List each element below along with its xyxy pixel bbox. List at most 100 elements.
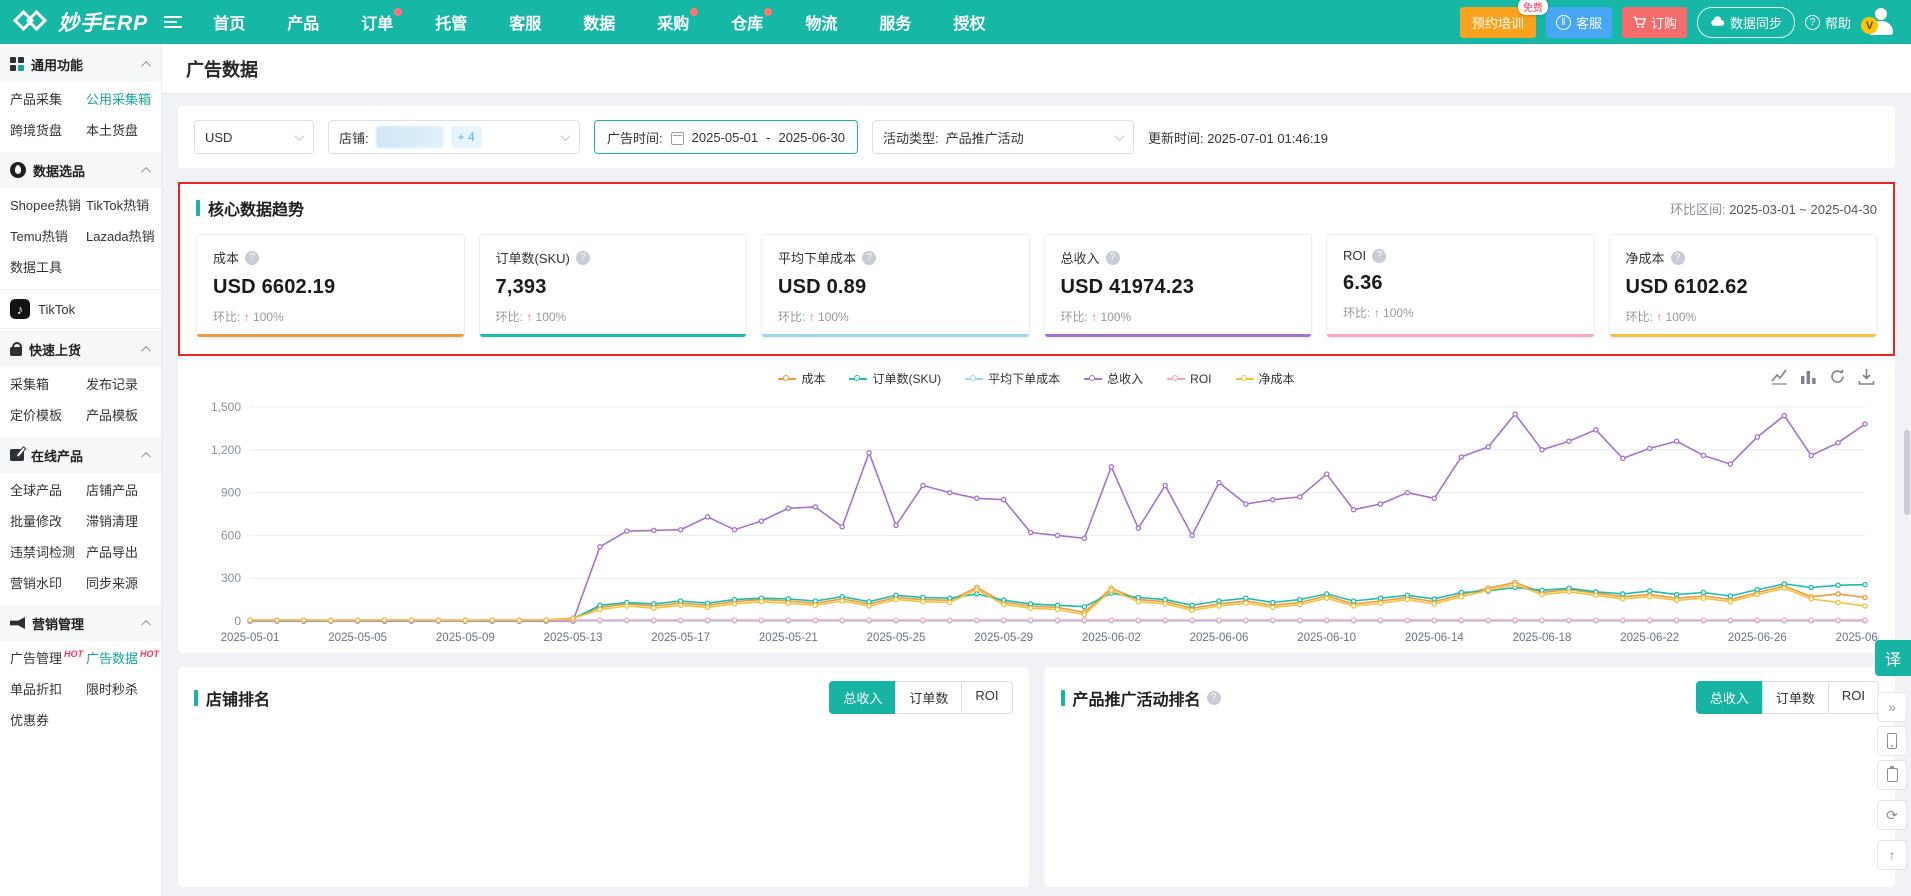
tab-roi[interactable]: ROI (961, 681, 1012, 714)
sidebar-item-crossborder-pool[interactable]: 跨境货盘 (10, 115, 86, 146)
sidebar-item-ad-management[interactable]: 广告管理HOT (10, 643, 86, 674)
nav-item-authorization[interactable]: 授权 (932, 0, 1006, 44)
help-menu[interactable]: ? 帮助 (1805, 13, 1851, 32)
sidebar-section-data-picking[interactable]: 数据选品 (0, 152, 161, 188)
sidebar-item-data-tools[interactable]: 数据工具 (10, 252, 86, 283)
menu-toggle-icon[interactable] (164, 16, 182, 28)
nav-item-products[interactable]: 产品 (266, 0, 340, 44)
bar-chart-icon[interactable] (1800, 368, 1817, 385)
data-sync-button[interactable]: 数据同步 (1697, 7, 1795, 38)
question-icon[interactable]: ? (1106, 251, 1120, 265)
sidebar-item-product-template[interactable]: 产品模板 (86, 400, 157, 431)
book-training-button[interactable]: 预约培训 免费 (1460, 7, 1536, 38)
sidebar-item-local-pool[interactable]: 本土货盘 (86, 115, 157, 146)
kpi-card-net-cost: 净成本? USD 6102.62 环比: ↑ 100% (1609, 234, 1878, 338)
nav-item-home[interactable]: 首页 (192, 0, 266, 44)
date-start[interactable]: 2025-05-01 (692, 130, 759, 145)
sidebar-section-tiktok[interactable]: ♪ TikTok (0, 289, 161, 329)
sidebar-item-global-products[interactable]: 全球产品 (10, 475, 86, 506)
line-chart-icon[interactable] (1771, 368, 1788, 385)
sidebar-item-sync-source[interactable]: 同步来源 (86, 568, 157, 599)
sidebar-item-ad-data[interactable]: 广告数据HOT (86, 643, 157, 674)
nav-item-warehouse[interactable]: 仓库 (710, 0, 784, 44)
ad-date-range-picker[interactable]: 广告时间: 2025-05-01 - 2025-06-30 (594, 120, 858, 154)
tab-orders[interactable]: 订单数 (895, 681, 962, 714)
sidebar-item-shop-products[interactable]: 店铺产品 (86, 475, 157, 506)
question-icon[interactable]: ? (1207, 691, 1221, 705)
sidebar-item-product-export[interactable]: 产品导出 (86, 537, 157, 568)
question-icon[interactable]: ? (862, 251, 876, 265)
nav-item-service[interactable]: 客服 (488, 0, 562, 44)
currency-select[interactable]: USD (194, 120, 314, 154)
sidebar-item-banned-word-check[interactable]: 违禁词检测 (10, 537, 86, 568)
sidebar-item-slow-moving-cleanup[interactable]: 滞销清理 (86, 506, 157, 537)
sidebar-section-marketing[interactable]: 营销管理 (0, 605, 161, 641)
sidebar-item-public-collect-box[interactable]: 公用采集箱 (86, 84, 157, 115)
nav-item-logistics[interactable]: 物流 (784, 0, 858, 44)
sidebar-section-general[interactable]: 通用功能 (0, 46, 161, 82)
nav-item-hosting[interactable]: 托管 (414, 0, 488, 44)
tab-revenue[interactable]: 总收入 (829, 681, 896, 714)
date-end[interactable]: 2025-06-30 (778, 130, 845, 145)
refresh-icon[interactable] (1829, 368, 1846, 385)
legend-item[interactable]: 成本 (778, 370, 825, 387)
shop-name-redacted (376, 126, 444, 148)
sidebar-item-publish-records[interactable]: 发布记录 (86, 369, 157, 400)
brand-logo[interactable]: 妙手ERP (0, 7, 162, 37)
subscribe-button[interactable]: 订购 (1622, 7, 1687, 38)
user-avatar[interactable]: V (1861, 7, 1897, 37)
legend-item[interactable]: 订单数(SKU) (849, 370, 941, 387)
question-icon[interactable]: ? (576, 251, 590, 265)
svg-text:2025-05-09: 2025-05-09 (436, 632, 495, 644)
sidebar-item-lazada-hot[interactable]: Lazada热销 (86, 221, 157, 252)
sidebar-item-batch-edit[interactable]: 批量修改 (10, 506, 86, 537)
trend-chart-section: 成本 订单数(SKU) 平均下单成本 总收入 ROI 净成本 03006009001,20… (178, 356, 1895, 649)
kpi-accent-bar (1610, 334, 1877, 337)
download-icon[interactable] (1858, 368, 1875, 385)
kpi-value: USD 41974.23 (1061, 276, 1296, 299)
sidebar-item-shopee-hot[interactable]: Shopee热销 (10, 190, 86, 221)
sidebar-section-online-products[interactable]: 在线产品 (0, 437, 161, 473)
question-icon[interactable]: ? (245, 251, 259, 265)
sidebar-item-marketing-watermark[interactable]: 营销水印 (10, 568, 86, 599)
translate-button[interactable]: 译 (1875, 640, 1911, 676)
back-to-top-button[interactable]: ↑ (1877, 840, 1907, 870)
sidebar-item-item-discount[interactable]: 单品折扣 (10, 674, 86, 705)
tab-orders[interactable]: 订单数 (1762, 681, 1829, 714)
nav-item-services[interactable]: 服务 (858, 0, 932, 44)
question-icon[interactable]: ? (1372, 249, 1386, 263)
kpi-card-avg-order-cost: 平均下单成本? USD 0.89 环比: ↑ 100% (761, 234, 1030, 338)
legend-marker (778, 378, 796, 380)
sidebar-item-pricing-template[interactable]: 定价模板 (10, 400, 86, 431)
legend-item[interactable]: 净成本 (1236, 370, 1295, 387)
collapse-panel-button[interactable]: » (1877, 692, 1907, 722)
sidebar-item-tiktok-hot[interactable]: TikTok热销 (86, 190, 157, 221)
svg-text:2025-05-25: 2025-05-25 (867, 632, 926, 644)
mobile-app-button[interactable] (1877, 726, 1907, 756)
nav-item-data[interactable]: 数据 (562, 0, 636, 44)
feedback-button[interactable] (1877, 760, 1907, 790)
up-arrow-icon: ↑ (244, 310, 250, 324)
sidebar-item-flash-sale[interactable]: 限时秒杀 (86, 674, 157, 705)
legend-item[interactable]: 平均下单成本 (965, 370, 1060, 387)
sidebar-item-coupons[interactable]: 优惠券 (10, 705, 86, 736)
question-icon[interactable]: ? (1671, 251, 1685, 265)
sidebar-item-product-collect[interactable]: 产品采集 (10, 84, 86, 115)
tab-roi[interactable]: ROI (1828, 681, 1879, 714)
scrollbar-thumb[interactable] (1904, 430, 1910, 515)
nav-item-purchase[interactable]: 采购 (636, 0, 710, 44)
tab-revenue[interactable]: 总收入 (1696, 681, 1763, 714)
legend-item[interactable]: 总收入 (1084, 370, 1143, 387)
trend-chart[interactable]: 03006009001,2001,5002025-05-012025-05-05… (194, 395, 1879, 647)
shop-select[interactable]: 店铺: + 4 (328, 120, 580, 154)
nav-item-orders[interactable]: 订单 (340, 0, 414, 44)
vip-badge: V (1861, 17, 1878, 34)
legend-item[interactable]: ROI (1167, 372, 1211, 386)
sidebar-item-collect-box[interactable]: 采集箱 (10, 369, 86, 400)
refresh-page-button[interactable]: ⟳ (1877, 800, 1907, 830)
sidebar-section-quick-listing[interactable]: 快速上货 (0, 331, 161, 367)
svg-text:2025-06-26: 2025-06-26 (1728, 632, 1787, 644)
customer-support-button[interactable]: ‖ 客服 (1546, 7, 1612, 38)
activity-type-select[interactable]: 活动类型: 产品推广活动 (872, 120, 1134, 154)
sidebar-item-temu-hot[interactable]: Temu热销 (10, 221, 86, 252)
